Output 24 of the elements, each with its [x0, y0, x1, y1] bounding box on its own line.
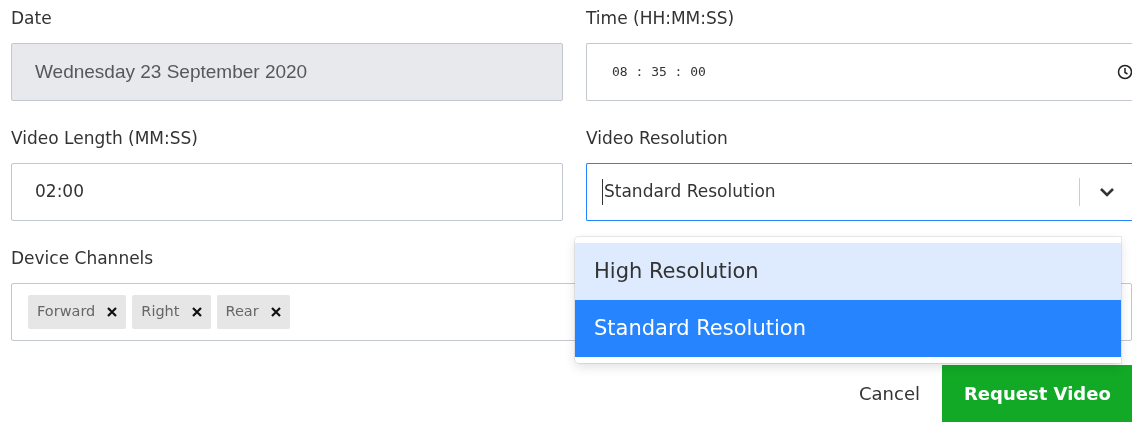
tag-label: Forward [37, 302, 96, 322]
channel-tag[interactable]: Right [132, 295, 211, 329]
request-video-button[interactable]: Request Video [942, 365, 1132, 422]
dropdown-option[interactable]: Standard Resolution [575, 300, 1121, 357]
channel-tag[interactable]: Rear [216, 295, 290, 329]
tag-label: Right [141, 302, 180, 322]
field-label: Device Channels [11, 248, 154, 268]
resolution-select[interactable]: Standard Resolution [586, 163, 1132, 221]
field-label: Video Resolution [586, 128, 728, 148]
remove-icon[interactable] [270, 307, 281, 317]
clock-icon[interactable] [1117, 64, 1132, 80]
tag-label: Rear [225, 302, 259, 322]
input-field: Wednesday 23 September 2020 [11, 43, 563, 101]
field-label: Date [11, 8, 52, 28]
input-field[interactable]: 02:00 [11, 163, 563, 221]
remove-icon[interactable] [191, 307, 202, 317]
input-field[interactable]: 08 : 35 : 00 [586, 43, 1132, 101]
remove-icon[interactable] [107, 307, 118, 317]
channel-tag[interactable]: Forward [28, 295, 127, 329]
chevron-icon[interactable] [1099, 187, 1115, 197]
cancel-button[interactable]: Cancel [837, 380, 942, 407]
field-label: Time (HH:MM:SS) [586, 8, 735, 28]
dropdown-option[interactable]: High Resolution [575, 243, 1121, 300]
field-label: Video Length (MM:SS) [11, 128, 198, 148]
